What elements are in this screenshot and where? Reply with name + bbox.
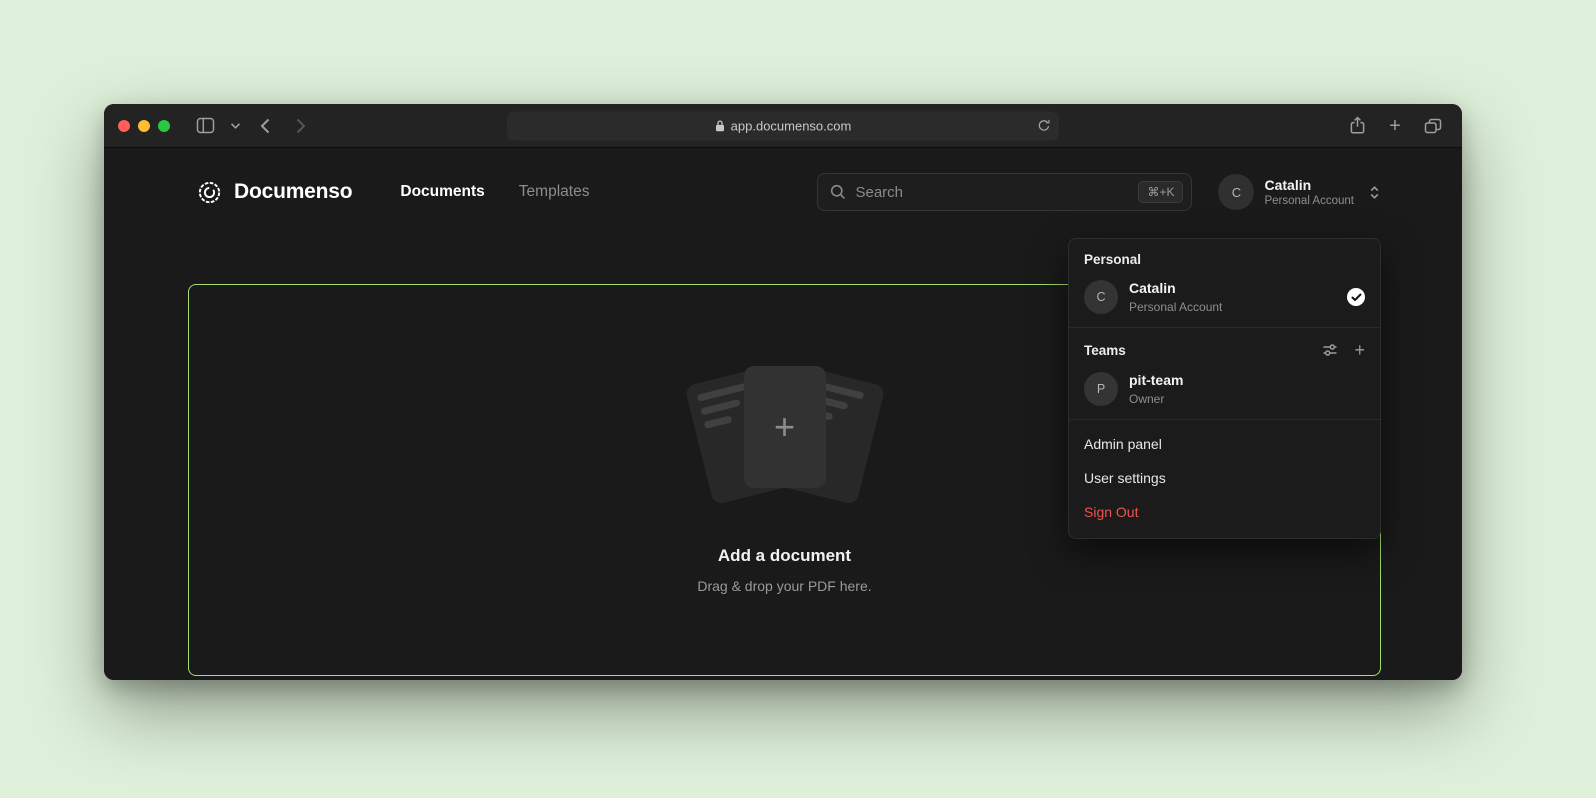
browser-titlebar: app.documenso.com + (104, 104, 1462, 148)
team-role: Owner (1129, 392, 1183, 406)
tab-overview-icon[interactable] (1418, 112, 1448, 140)
manage-teams-icon[interactable] (1322, 342, 1338, 358)
plus-icon: + (774, 409, 795, 445)
add-team-icon[interactable]: + (1354, 341, 1365, 359)
menu-actions: Admin panel User settings Sign Out (1069, 420, 1380, 538)
account-avatar: C (1218, 174, 1254, 210)
personal-section-label: Personal (1069, 239, 1380, 274)
toolbar-left (190, 112, 316, 140)
brand-name: Documenso (234, 180, 352, 204)
toolbar-right: + (1342, 112, 1448, 140)
account-name: Catalin (1264, 177, 1354, 194)
browser-window: app.documenso.com + (104, 104, 1462, 680)
back-button[interactable] (250, 112, 280, 140)
personal-text: Catalin Personal Account (1129, 280, 1222, 314)
menu-item-sign-out[interactable]: Sign Out (1069, 495, 1380, 529)
close-window-button[interactable] (118, 120, 130, 132)
nav-documents[interactable]: Documents (400, 183, 484, 201)
personal-subtitle: Personal Account (1129, 300, 1222, 314)
documents-illustration: + (670, 366, 900, 506)
chevron-up-down-icon (1368, 185, 1381, 200)
zoom-window-button[interactable] (158, 120, 170, 132)
team-item[interactable]: P pit-team Owner (1069, 366, 1380, 419)
dropzone-subtitle: Drag & drop your PDF here. (697, 578, 871, 594)
search-bar[interactable]: ⌘+K (817, 173, 1192, 211)
account-subtitle: Personal Account (1264, 195, 1354, 207)
app-page: Documenso Documents Templates ⌘+K C (104, 162, 1462, 680)
search-icon (830, 184, 846, 200)
lock-icon (715, 119, 725, 132)
share-icon[interactable] (1342, 112, 1372, 140)
documenso-logo-icon (196, 179, 223, 206)
sidebar-toggle-icon[interactable] (190, 112, 220, 140)
sidebar-chevron-icon[interactable] (226, 112, 244, 140)
nav-templates[interactable]: Templates (519, 183, 590, 201)
search-input[interactable] (855, 184, 1129, 201)
window-controls (118, 120, 170, 132)
selected-check-icon (1347, 288, 1365, 306)
teams-section-label: Teams (1084, 343, 1126, 358)
menu-item-user-settings[interactable]: User settings (1069, 461, 1380, 495)
address-bar[interactable]: app.documenso.com (507, 111, 1059, 140)
menu-item-admin-panel[interactable]: Admin panel (1069, 427, 1380, 461)
teams-section-header: Teams + (1069, 328, 1380, 366)
main-nav: Documents Templates (400, 183, 589, 201)
team-avatar: P (1084, 372, 1118, 406)
brand[interactable]: Documenso (196, 179, 352, 206)
document-card-center: + (744, 366, 826, 488)
minimize-window-button[interactable] (138, 120, 150, 132)
teams-actions: + (1322, 341, 1365, 359)
account-menu-trigger[interactable]: C Catalin Personal Account (1218, 174, 1381, 210)
personal-avatar: C (1084, 280, 1118, 314)
address-url: app.documenso.com (731, 118, 852, 133)
app-header: Documenso Documents Templates ⌘+K C (104, 162, 1462, 222)
personal-account-item[interactable]: C Catalin Personal Account (1069, 274, 1380, 327)
reload-icon[interactable] (1037, 119, 1051, 133)
account-text: Catalin Personal Account (1264, 177, 1354, 208)
dropzone-title: Add a document (718, 546, 851, 566)
team-name: pit-team (1129, 372, 1183, 389)
forward-button[interactable] (286, 112, 316, 140)
personal-name: Catalin (1129, 280, 1222, 297)
team-text: pit-team Owner (1129, 372, 1183, 406)
search-shortcut-badge: ⌘+K (1138, 181, 1183, 203)
new-tab-icon[interactable]: + (1380, 112, 1410, 140)
account-dropdown-menu: Personal C Catalin Personal Account Team… (1068, 238, 1381, 539)
